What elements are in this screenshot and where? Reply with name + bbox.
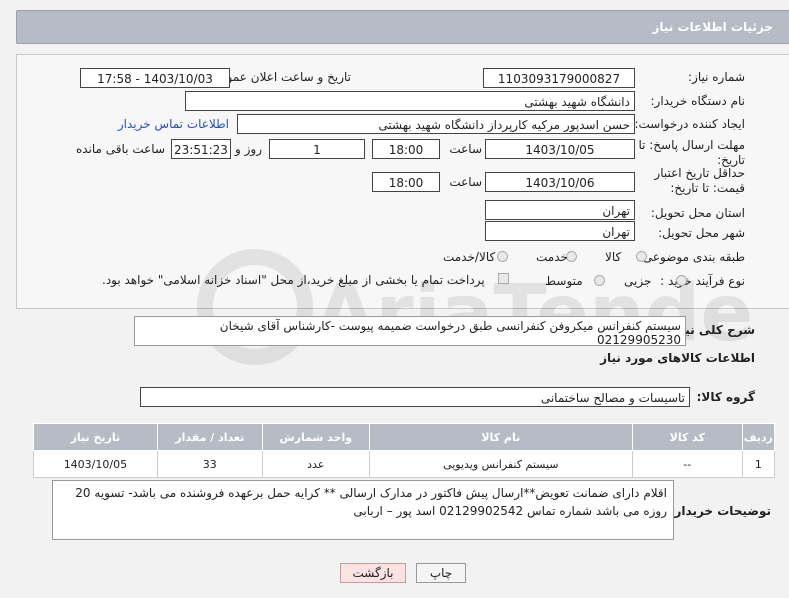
deadline-label: مهلت ارسال پاسخ: تا تاریخ: xyxy=(638,138,745,167)
table-row: 1 -- سیستم کنفرانس ویدیویی عدد 33 1403/1… xyxy=(33,450,776,478)
validity-label: حداقل تاریخ اعتبار قیمت: تا تاریخ: xyxy=(654,166,745,195)
buyer-org-field: دانشگاه شهید بهشتی xyxy=(185,91,635,111)
category-radio-goods[interactable] xyxy=(636,251,647,262)
cell-date: 1403/10/05 xyxy=(33,450,158,478)
need-number-label: شماره نیاز: xyxy=(688,70,745,84)
category-option-both: کالا/خدمت xyxy=(443,250,496,264)
creator-field: حسن اسدپور مرکیه کارپرداز دانشگاه شهید ب… xyxy=(237,114,635,134)
back-button[interactable]: بازگشت xyxy=(340,563,406,583)
cell-row: 1 xyxy=(741,450,776,478)
print-button[interactable]: چاپ xyxy=(416,563,466,583)
buyer-org-label: نام دستگاه خریدار: xyxy=(650,94,746,108)
process-radio-medium[interactable] xyxy=(594,275,605,286)
buyer-contact-link[interactable]: اطلاعات تماس خریدار xyxy=(118,117,229,131)
page-title: جزئیات اطلاعات نیاز xyxy=(652,20,773,34)
cell-unit: عدد xyxy=(261,450,370,478)
city-field: تهران xyxy=(485,221,635,241)
category-radio-both[interactable] xyxy=(497,251,508,262)
process-radio-partial[interactable] xyxy=(676,275,687,286)
city-label: شهر محل تحویل: xyxy=(658,226,745,240)
col-header-date: تاریخ نیاز xyxy=(33,423,158,451)
goods-table: ردیف کد کالا نام کالا واحد شمارش تعداد /… xyxy=(33,423,776,478)
deadline-time-label: ساعت xyxy=(449,142,482,156)
cell-name: سیستم کنفرانس ویدیویی xyxy=(368,450,633,478)
buyer-notes-label: توضیحات خریدار: xyxy=(669,504,771,518)
days-field: 1 xyxy=(269,139,365,159)
remaining-time-field: 23:51:23 xyxy=(171,139,231,159)
page-header: جزئیات اطلاعات نیاز xyxy=(16,10,789,44)
col-header-name: نام کالا xyxy=(368,423,633,451)
cell-code: -- xyxy=(631,450,743,478)
province-field: تهران xyxy=(485,200,635,220)
process-option-partial: جزیی xyxy=(624,274,652,288)
validity-time-field: 18:00 xyxy=(372,172,440,192)
col-header-qty: تعداد / مقدار xyxy=(156,423,263,451)
validity-time-label: ساعت xyxy=(449,175,482,189)
province-label: استان محل تحویل: xyxy=(650,206,745,220)
col-header-unit: واحد شمارش xyxy=(261,423,370,451)
creator-label: ایجاد کننده درخواست: xyxy=(634,117,745,131)
category-label: طبقه بندی موضوعی: xyxy=(638,250,745,264)
goods-group-field: تاسیسات و مصالح ساختمانی xyxy=(140,387,690,407)
cell-qty: 33 xyxy=(156,450,263,478)
buyer-notes-textarea[interactable]: اقلام دارای ضمانت تعویض**ارسال پیش فاکتو… xyxy=(52,480,674,540)
treasury-payment-note: پرداخت تمام یا بخشی از مبلغ خرید،از محل … xyxy=(102,273,485,287)
category-option-goods: کالا xyxy=(605,250,622,264)
announce-field: 1403/10/03 - 17:58 xyxy=(80,68,230,88)
deadline-time-field: 18:00 xyxy=(372,139,440,159)
description-textarea[interactable]: سیستم کنفرانس میکروفن کنفرانسی طبق درخوا… xyxy=(134,316,686,346)
goods-group-label: گروه کالا: xyxy=(696,390,755,404)
col-header-row: ردیف xyxy=(741,423,776,451)
need-number-field: 1103093179000827 xyxy=(483,68,635,88)
process-label: نوع فرآیند خرید : xyxy=(660,274,745,288)
deadline-date-field: 1403/10/05 xyxy=(485,139,635,159)
col-header-code: کد کالا xyxy=(631,423,743,451)
remaining-label: ساعت باقی مانده xyxy=(75,142,165,156)
treasury-payment-checkbox[interactable] xyxy=(498,273,509,284)
validity-date-field: 1403/10/06 xyxy=(485,172,635,192)
process-option-medium: متوسط xyxy=(545,274,583,288)
goods-section-title: اطلاعات کالاهای مورد نیاز xyxy=(600,351,755,365)
category-option-service: خدمت xyxy=(536,250,568,264)
days-label: روز و xyxy=(235,142,262,156)
